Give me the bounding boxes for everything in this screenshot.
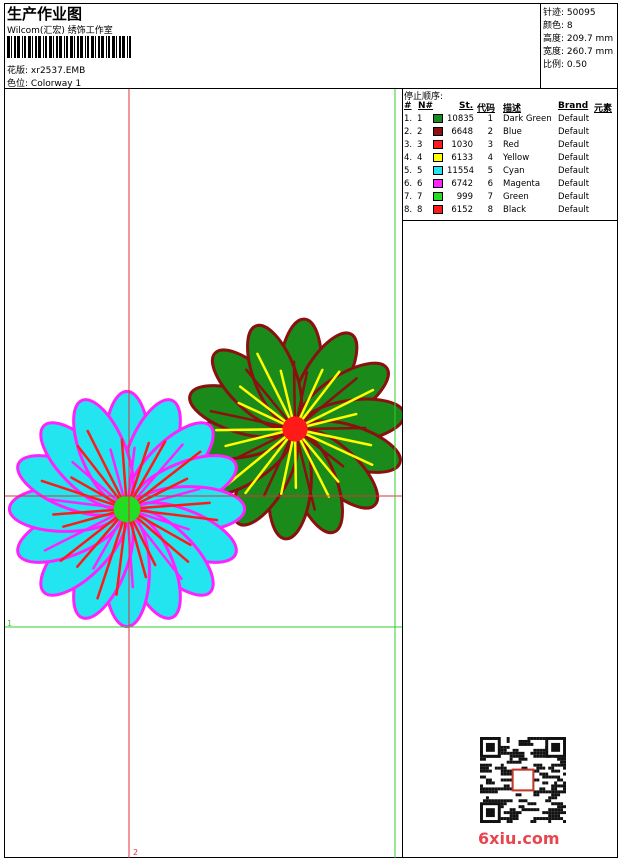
row-n: 7 — [417, 192, 423, 202]
row-desc: Magenta — [503, 179, 541, 189]
row-desc: Cyan — [503, 166, 525, 176]
col-num: # — [404, 101, 412, 111]
color-swatch — [433, 114, 443, 123]
row-num: 6. — [404, 179, 413, 189]
color-swatch — [433, 205, 443, 214]
file-value: xr2537.EMB — [30, 66, 86, 76]
row-code: 1 — [487, 114, 493, 124]
colorway-label: 色位: — [7, 79, 29, 89]
table-row: 4. 4 6133 4 Yellow Default — [403, 153, 618, 166]
row-stitches: 6742 — [451, 179, 473, 189]
row-desc: Green — [503, 192, 529, 202]
row-code: 2 — [487, 127, 493, 137]
row-brand: Default — [558, 179, 590, 189]
row-num: 1. — [404, 114, 413, 124]
row-brand: Default — [558, 153, 590, 163]
stat-width: 宽度: 260.7 mm — [543, 47, 614, 57]
guide-label-2: 2 — [133, 848, 138, 857]
file-label: 花版: — [7, 66, 29, 76]
table-row: 2. 2 6648 2 Blue Default — [403, 127, 618, 140]
row-desc: Dark Green — [503, 114, 552, 124]
row-num: 7. — [404, 192, 413, 202]
barcode-icon — [7, 36, 131, 58]
row-code: 7 — [487, 192, 493, 202]
stat-stitches: 针迹: 50095 — [543, 8, 596, 18]
color-swatch — [433, 192, 443, 201]
table-row: 7. 7 999 7 Green Default — [403, 192, 618, 205]
design-canvas: 1 2 — [5, 89, 402, 858]
table-row: 5. 5 11554 5 Cyan Default — [403, 166, 618, 179]
row-n: 3 — [417, 140, 423, 150]
row-code: 8 — [487, 205, 493, 215]
stat-colors: 颜色: 8 — [543, 21, 573, 31]
row-code: 4 — [487, 153, 493, 163]
row-n: 4 — [417, 153, 423, 163]
color-swatch — [433, 179, 443, 188]
row-desc: Blue — [503, 127, 522, 137]
table-row: 1. 1 10835 1 Dark Green Default — [403, 114, 618, 127]
row-num: 2. — [404, 127, 413, 137]
col-st: St. — [459, 101, 474, 111]
row-stitches: 6152 — [451, 205, 473, 215]
row-stitches: 6133 — [451, 153, 473, 163]
row-desc: Black — [503, 205, 526, 215]
row-stitches: 1030 — [451, 140, 473, 150]
row-n: 2 — [417, 127, 423, 137]
color-swatch — [433, 166, 443, 175]
colorway-value: Colorway 1 — [30, 79, 82, 89]
stat-scale: 比例: 0.50 — [543, 60, 587, 70]
row-n: 1 — [417, 114, 423, 124]
col-code: 代码 — [477, 104, 496, 114]
col-brand: Brand — [558, 101, 589, 111]
row-code: 5 — [487, 166, 493, 176]
stat-height: 高度: 209.7 mm — [543, 34, 614, 44]
row-num: 4. — [404, 153, 413, 163]
subtitle: Wilcom(汇宏) 绣饰工作室 — [7, 26, 113, 36]
row-brand: Default — [558, 205, 590, 215]
color-swatch — [433, 140, 443, 149]
color-swatch — [433, 127, 443, 136]
row-stitches: 6648 — [451, 127, 473, 137]
col-element: 元素 — [594, 104, 613, 114]
table-row: 6. 6 6742 6 Magenta Default — [403, 179, 618, 192]
row-n: 6 — [417, 179, 423, 189]
watermark: 6xiu.com — [478, 829, 560, 848]
stop-sequence-table: 停止顺序: # N# St. 代码 描述 Brand 元素 1. 1 10835 1 D… — [403, 89, 618, 221]
row-brand: Default — [558, 192, 590, 202]
row-brand: Default — [558, 114, 590, 124]
row-brand: Default — [558, 140, 590, 150]
header: 生产作业图 Wilcom(汇宏) 绣饰工作室 花版: xr2537.EMB 色位… — [4, 3, 618, 89]
row-num: 8. — [404, 205, 413, 215]
row-brand: Default — [558, 166, 590, 176]
colorway-line: 色位: Colorway 1 — [7, 76, 81, 89]
row-code: 6 — [487, 179, 493, 189]
file-line: 花版: xr2537.EMB — [7, 63, 85, 76]
col-n: N# — [418, 101, 434, 111]
row-desc: Yellow — [503, 153, 530, 163]
table-row: 8. 8 6152 8 Black Default — [403, 205, 618, 218]
color-swatch — [433, 153, 443, 162]
row-n: 5 — [417, 166, 423, 176]
row-brand: Default — [558, 127, 590, 137]
row-stitches: 10835 — [447, 114, 475, 124]
header-info: 生产作业图 Wilcom(汇宏) 绣饰工作室 花版: xr2537.EMB 色位… — [4, 3, 540, 89]
guide-label-1: 1 — [7, 619, 12, 628]
embroidery-design — [7, 317, 402, 629]
page-title: 生产作业图 — [7, 5, 83, 23]
row-n: 8 — [417, 205, 423, 215]
row-num: 5. — [404, 166, 413, 176]
row-code: 3 — [487, 140, 493, 150]
row-stitches: 999 — [456, 192, 473, 202]
col-desc: 描述 — [503, 104, 522, 114]
row-num: 3. — [404, 140, 413, 150]
row-desc: Red — [503, 140, 520, 150]
qr-code-icon — [480, 737, 566, 823]
stats-panel: 针迹: 50095 颜色: 8 高度: 209.7 mm 宽度: 260.7 m… — [540, 3, 618, 89]
row-stitches: 11554 — [447, 166, 475, 176]
table-row: 3. 3 1030 3 Red Default — [403, 140, 618, 153]
